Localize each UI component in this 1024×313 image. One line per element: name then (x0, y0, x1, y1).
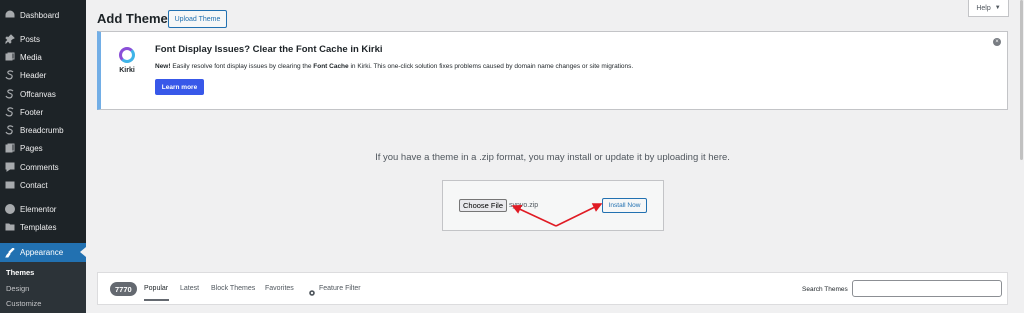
folder-icon (5, 222, 15, 232)
search-themes-label: Search Themes (802, 286, 848, 293)
sidebar-item-label: Footer (20, 107, 44, 117)
kirki-s-icon (5, 89, 15, 99)
submenu-item-design[interactable]: Design (6, 284, 29, 293)
sidebar-item-label: Pages (20, 143, 43, 153)
sidebar-item-label: Comments (20, 162, 59, 172)
sidebar-item-templates[interactable]: Templates (0, 218, 86, 236)
kirki-s-icon (5, 70, 15, 80)
dashboard-icon (5, 10, 15, 20)
appearance-submenu: Themes Design Customize (0, 262, 86, 313)
search-themes-input[interactable] (852, 280, 1002, 297)
filter-block-themes[interactable]: Block Themes (211, 285, 255, 292)
sidebar-item-label: Offcanvas (20, 89, 56, 99)
kirki-notice: Kirki Font Display Issues? Clear the Fon… (97, 31, 1008, 110)
sidebar-item-media[interactable]: Media (0, 48, 86, 66)
sidebar-item-label: Posts (20, 34, 41, 44)
pages-icon (5, 143, 15, 153)
sidebar-item-label: Appearance (20, 248, 64, 257)
page-title: Add Themes (97, 11, 176, 26)
upload-theme-button[interactable]: Upload Theme (168, 10, 227, 28)
help-label: Help (976, 4, 991, 12)
notice-body-text: Easily resolve font display issues by cl… (170, 63, 314, 70)
sidebar-item-pages[interactable]: Pages (0, 139, 86, 157)
sidebar-item-label: Contact (20, 180, 48, 190)
sidebar-item-elementor[interactable]: Elementor (0, 200, 86, 218)
theme-count-badge: 7770 (110, 282, 137, 296)
notice-body-bold: Font Cache (313, 63, 349, 70)
sidebar-item-label: Elementor (20, 204, 57, 214)
filter-latest[interactable]: Latest (180, 285, 199, 292)
brush-icon (5, 247, 15, 258)
upload-instruction: If you have a theme in a .zip format, yo… (375, 152, 730, 163)
sidebar-item-comments[interactable]: Comments (0, 158, 86, 176)
sidebar-item-label: Header (20, 70, 47, 80)
theme-filter-bar: 7770 Popular Latest Block Themes Favorit… (97, 272, 1008, 305)
submenu-item-customize[interactable]: Customize (6, 299, 41, 308)
choose-file-button[interactable]: Choose File (459, 199, 508, 212)
learn-more-button[interactable]: Learn more (155, 79, 204, 95)
caret-down-icon: ▼ (994, 5, 1001, 11)
kirki-s-icon (5, 125, 15, 135)
upload-form: Choose File synvo.zip Install Now (442, 180, 664, 231)
close-icon[interactable]: × (993, 38, 1001, 46)
help-tab-button[interactable]: Help ▼ (968, 0, 1009, 17)
sidebar-item-label: Breadcrumb (20, 125, 64, 135)
sidebar-item-label: Templates (20, 222, 57, 232)
sidebar-item-offcanvas[interactable]: Offcanvas (0, 85, 86, 103)
sidebar-item-posts[interactable]: Posts (0, 30, 86, 48)
selected-file-name: synvo.zip (509, 202, 539, 209)
sidebar-item-breadcrumb[interactable]: Breadcrumb (0, 121, 86, 139)
kirki-ring-icon (119, 47, 135, 63)
elementor-icon (5, 204, 15, 214)
pin-icon (5, 34, 15, 44)
notice-new-label: New! (155, 63, 171, 70)
kirki-logo: Kirki (116, 47, 138, 83)
notice-title: Font Display Issues? Clear the Font Cach… (155, 44, 383, 55)
comment-icon (5, 162, 15, 172)
admin-sidebar: Dashboard Posts Media Header Offcanvas F… (0, 0, 86, 313)
notice-body-text-2: in Kirki. This one-click solution fixes … (348, 63, 634, 70)
mail-icon (5, 180, 15, 190)
sidebar-item-footer[interactable]: Footer (0, 103, 86, 121)
sidebar-item-contact[interactable]: Contact (0, 176, 86, 194)
current-filter-indicator (144, 299, 169, 301)
sidebar-item-dashboard[interactable]: Dashboard (0, 6, 86, 24)
page-scrollbar-thumb[interactable] (1020, 0, 1023, 160)
sidebar-item-label: Dashboard (20, 10, 60, 20)
media-icon (5, 52, 15, 62)
gear-icon (308, 284, 316, 296)
submenu-item-themes[interactable]: Themes (6, 268, 34, 277)
feature-filter-button[interactable]: Feature Filter (319, 285, 361, 292)
sidebar-item-appearance[interactable]: Appearance (0, 243, 86, 262)
kirki-s-icon (5, 107, 15, 117)
filter-favorites[interactable]: Favorites (265, 285, 294, 292)
filter-popular[interactable]: Popular (144, 285, 168, 292)
notice-body: New! Easily resolve font display issues … (155, 63, 633, 70)
sidebar-item-header[interactable]: Header (0, 66, 86, 84)
kirki-logo-text: Kirki (119, 67, 135, 74)
sidebar-item-label: Media (20, 52, 42, 62)
install-now-button[interactable]: Install Now (602, 198, 647, 213)
